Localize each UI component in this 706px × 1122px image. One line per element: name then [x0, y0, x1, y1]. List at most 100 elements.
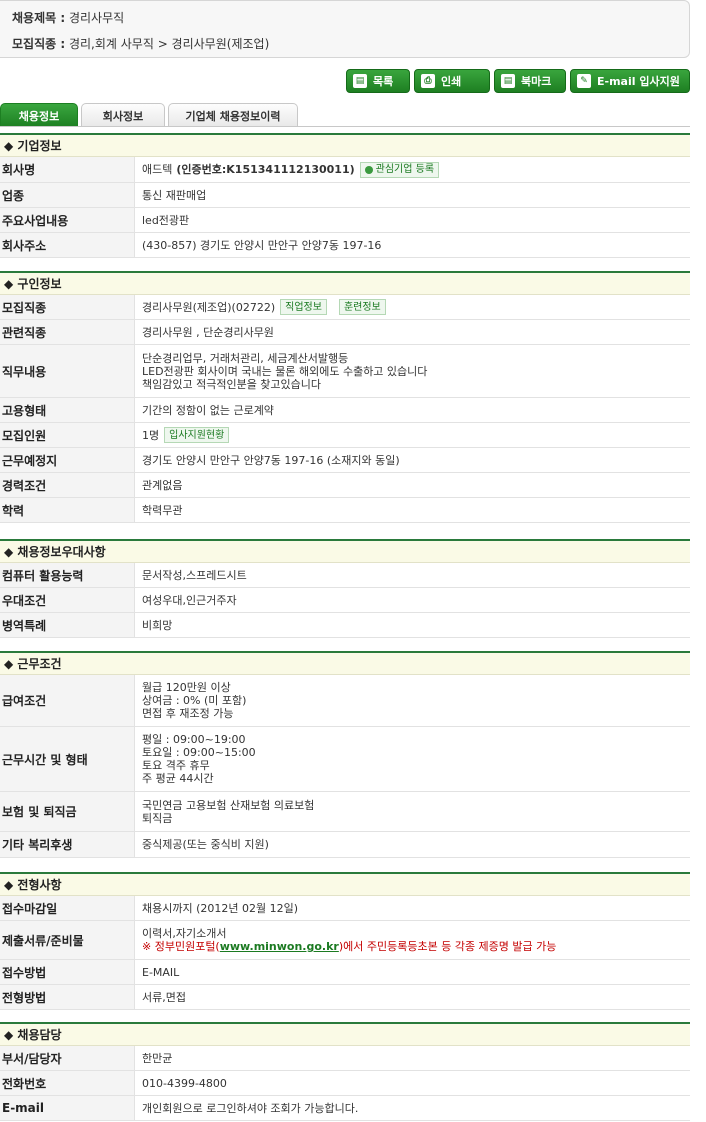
- duties-line: LED전광판 회사이며 국내는 물론 해외에도 수출하고 있습니다: [142, 364, 428, 378]
- print-button[interactable]: ⎙ 인쇄: [414, 69, 490, 93]
- bookmark-button[interactable]: ▤ 북마크: [494, 69, 566, 93]
- docs-note-post: )에서 주민등록등초본 등 각종 제증명 발급 가능: [338, 940, 557, 953]
- insurance-row: 보험 및 퇴직금 국민연금 고용보험 산재보험 의료보험 퇴직금: [0, 792, 690, 832]
- hours-line: 토요 격주 휴무: [142, 759, 210, 772]
- phone-row: 전화번호 010-4399-4800: [0, 1071, 690, 1096]
- experience-value: 관계없음: [142, 478, 183, 492]
- email-apply-button[interactable]: ✎ E-mail 입사지원: [570, 69, 690, 93]
- deadline-value: 채용시까지 (2012년 02월 12일): [142, 901, 299, 915]
- tab-bar: 채용정보 회사정보 기업체 채용정보이력: [0, 103, 301, 127]
- computer-label: 컴퓨터 활용능력: [0, 563, 135, 587]
- education-value: 학력무관: [142, 503, 183, 517]
- docs-value: 이력서,자기소개서: [142, 927, 227, 940]
- bookmark-icon: ▤: [501, 74, 515, 88]
- industry-value: 통신 재판매업: [142, 188, 207, 202]
- employment-label: 고용형태: [0, 398, 135, 422]
- related-label: 관련직종: [0, 320, 135, 344]
- military-value: 비희망: [142, 618, 173, 632]
- military-label: 병역특례: [0, 613, 135, 637]
- toolbar: ▤ 목록 ⎙ 인쇄 ▤ 북마크 ✎ E-mail 입사지원: [346, 69, 690, 93]
- method-value: E-MAIL: [142, 965, 180, 979]
- tab-company-info[interactable]: 회사정보: [81, 103, 165, 127]
- salary-label: 급여조건: [0, 675, 135, 726]
- employment-row: 고용형태 기간의 정함이 없는 근로계약: [0, 398, 690, 423]
- tab-hiring-history[interactable]: 기업체 채용정보이력: [168, 103, 298, 127]
- pref-row: 우대조건 여성우대,인근거주자: [0, 588, 690, 613]
- job-category-value2: 경리사무원(제조업)(02722): [142, 300, 276, 314]
- job-category-row: 모집직종 : 경리,회계 사무직 > 경리사무원(제조업): [12, 35, 269, 52]
- dept-value: 한만균: [142, 1051, 173, 1065]
- company-name-row: 회사명 애드텍 (인증번호:K151341112130011) 관심기업 등록: [0, 157, 690, 183]
- duties-row: 직무내용 단순경리업무, 거래처관리, 세금계산서발행등 LED전광판 회사이며…: [0, 345, 690, 398]
- address-row: 회사주소 (430-857) 경기도 안양시 만안구 안양7동 197-16: [0, 233, 690, 258]
- list-button[interactable]: ▤ 목록: [346, 69, 410, 93]
- docs-note-pre: ※ 정부민원포털(: [142, 940, 220, 953]
- hours-label: 근무시간 및 형태: [0, 727, 135, 791]
- duties-label: 직무내용: [0, 345, 135, 397]
- insurance-line: 국민연금 고용보험 산재보험 의료보험: [142, 798, 315, 812]
- job-title-box: 채용제목 : 경리사무직 모집직종 : 경리,회계 사무직 > 경리사무원(제조…: [0, 0, 690, 58]
- tab-job-info[interactable]: 채용정보: [0, 103, 78, 127]
- email-row: E-mail 개인회원으로 로그인하셔야 조회가 가능합니다.: [0, 1096, 690, 1121]
- process-row: 전형방법 서류,면접: [0, 985, 690, 1010]
- phone-label: 전화번호: [0, 1071, 135, 1095]
- dept-row: 부서/담당자 한만균: [0, 1046, 690, 1071]
- industry-label: 업종: [0, 183, 135, 207]
- job-info-button[interactable]: 직업정보: [280, 299, 327, 315]
- related-row: 관련직종 경리사무원 , 단순경리사무원: [0, 320, 690, 345]
- education-row: 학력 학력무관: [0, 498, 690, 523]
- job-title-row: 채용제목 : 경리사무직: [12, 9, 124, 26]
- pref-value: 여성우대,인근거주자: [142, 593, 237, 607]
- address-label: 회사주소: [0, 233, 135, 257]
- job-title-label: 채용제목 :: [12, 11, 66, 25]
- training-info-button[interactable]: 훈련정보: [338, 299, 386, 315]
- selection-section: ◆ 전형사항 접수마감일 채용시까지 (2012년 02월 12일) 제출서류/…: [0, 872, 690, 1010]
- phone-value: 010-4399-4800: [142, 1076, 227, 1090]
- business-label: 주요사업내용: [0, 208, 135, 232]
- business-value: led전광판: [142, 213, 190, 227]
- applicant-status-button[interactable]: 입사지원현황: [164, 427, 230, 443]
- salary-line: 상여금 : 0% (미 포함): [142, 694, 247, 707]
- duties-line: 단순경리업무, 거래처관리, 세금계산서발행등: [142, 351, 349, 365]
- hours-row: 근무시간 및 형태 평일 : 09:00~19:00 토요일 : 09:00~1…: [0, 727, 690, 792]
- hours-line: 토요일 : 09:00~15:00: [142, 746, 256, 759]
- list-button-label: 목록: [373, 75, 394, 88]
- conditions-heading: ◆ 근무조건: [0, 651, 690, 675]
- interest-company-button[interactable]: 관심기업 등록: [359, 161, 440, 178]
- location-label: 근무예정지: [0, 448, 135, 472]
- bookmark-button-label: 북마크: [521, 75, 552, 88]
- military-row: 병역특례 비희망: [0, 613, 690, 638]
- duties-line: 책임감있고 적극적인분을 찾고있습니다: [142, 377, 322, 391]
- salary-row: 급여조건 월급 120만원 이상 상여금 : 0% (미 포함) 면접 후 재조…: [0, 675, 690, 727]
- address-value: (430-857) 경기도 안양시 만안구 안양7동 197-16: [142, 238, 382, 252]
- job-heading: ◆ 구인정보: [0, 271, 690, 295]
- headcount-row: 모집인원 1명 입사지원현황: [0, 423, 690, 448]
- headcount-label: 모집인원: [0, 423, 135, 447]
- company-cert: (인증번호:K151341112130011): [176, 163, 355, 176]
- experience-row: 경력조건 관계없음: [0, 473, 690, 498]
- salary-line: 월급 120만원 이상: [142, 681, 231, 694]
- computer-value: 문서작성,스프레드시트: [142, 568, 247, 582]
- interest-company-label: 관심기업 등록: [375, 164, 435, 175]
- list-icon: ▤: [353, 74, 367, 88]
- process-label: 전형방법: [0, 985, 135, 1009]
- education-label: 학력: [0, 498, 135, 522]
- method-label: 접수방법: [0, 960, 135, 984]
- process-value: 서류,면접: [142, 990, 186, 1004]
- job-category-label: 모집직종 :: [12, 37, 66, 51]
- company-name-label: 회사명: [0, 157, 135, 182]
- insurance-label: 보험 및 퇴직금: [0, 792, 135, 831]
- hours-line: 평일 : 09:00~19:00: [142, 733, 246, 746]
- job-category-row2: 모집직종 경리사무원(제조업)(02722) 직업정보 훈련정보: [0, 295, 690, 320]
- minwon-link[interactable]: www.minwon.go.kr: [220, 940, 339, 953]
- docs-note: ※ 정부민원포털(www.minwon.go.kr)에서 주민등록등초본 등 각…: [142, 940, 690, 953]
- welfare-value: 중식제공(또는 중식비 지원): [142, 838, 269, 851]
- docs-row: 제출서류/준비물 이력서,자기소개서 ※ 정부민원포털(www.minwon.g…: [0, 921, 690, 960]
- email-value: 개인회원으로 로그인하셔야 조회가 가능합니다.: [142, 1101, 359, 1115]
- plus-icon: [364, 165, 373, 174]
- job-section: ◆ 구인정보 모집직종 경리사무원(제조업)(02722) 직업정보 훈련정보 …: [0, 271, 690, 523]
- related-value: 경리사무원 , 단순경리사무원: [142, 325, 274, 339]
- business-row: 주요사업내용 led전광판: [0, 208, 690, 233]
- printer-icon: ⎙: [421, 74, 435, 88]
- computer-row: 컴퓨터 활용능력 문서작성,스프레드시트: [0, 563, 690, 588]
